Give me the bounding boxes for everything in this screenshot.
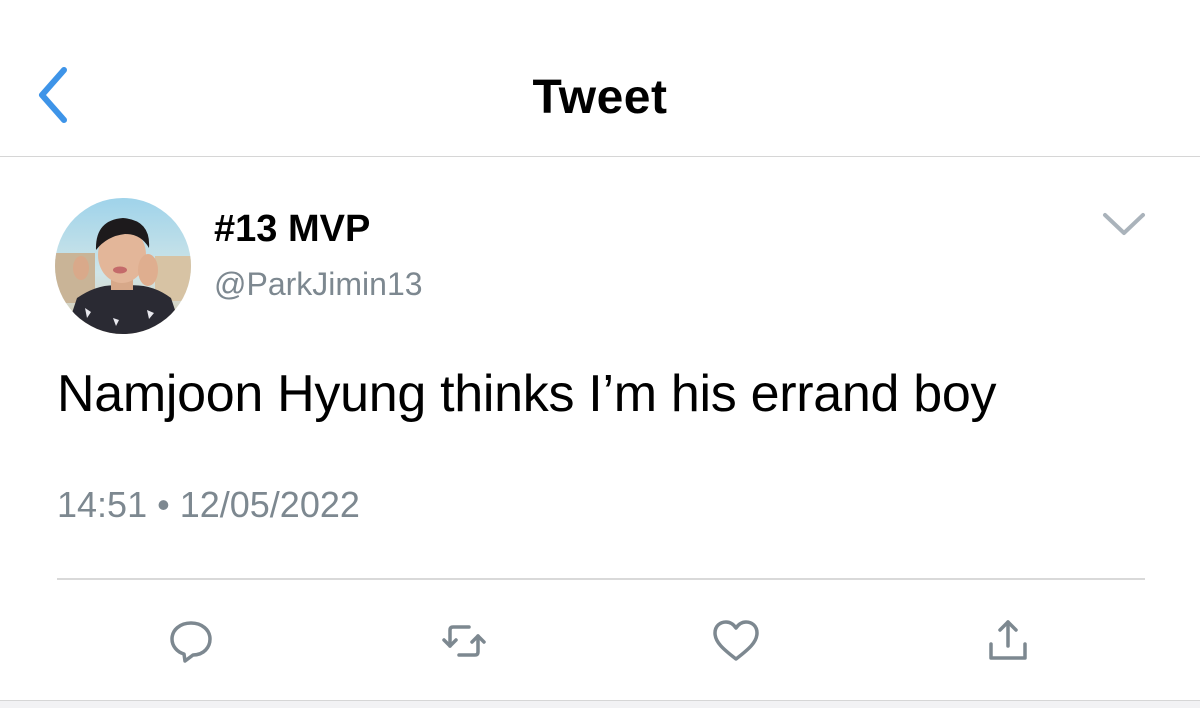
tweet-text: Namjoon Hyung thinks I’m his errand boy: [57, 365, 997, 423]
tweet-date: 12/05/2022: [179, 484, 360, 525]
avatar[interactable]: [55, 198, 191, 334]
like-button[interactable]: [711, 616, 761, 666]
share-icon: [989, 620, 1027, 660]
separator-dot: •: [157, 484, 170, 525]
profile-photo: [55, 198, 191, 334]
retweet-icon: [442, 625, 486, 657]
chevron-down-icon: [1103, 213, 1145, 235]
page-title: Tweet: [532, 71, 668, 124]
tweet-timestamp: 14:51 • 12/05/2022: [57, 484, 360, 526]
divider: [57, 578, 1145, 580]
heart-icon: [713, 620, 759, 661]
bottom-separator: [0, 700, 1200, 708]
navigation-bar: Tweet: [0, 0, 1200, 157]
display-name[interactable]: #13 MVP: [214, 208, 370, 251]
reply-button[interactable]: [166, 616, 216, 666]
more-options-button[interactable]: [1099, 205, 1149, 241]
user-handle[interactable]: @ParkJimin13: [214, 266, 423, 303]
retweet-button[interactable]: [439, 616, 489, 666]
share-button[interactable]: [983, 616, 1033, 666]
tweet-time: 14:51: [57, 484, 148, 525]
reply-icon: [170, 621, 212, 663]
